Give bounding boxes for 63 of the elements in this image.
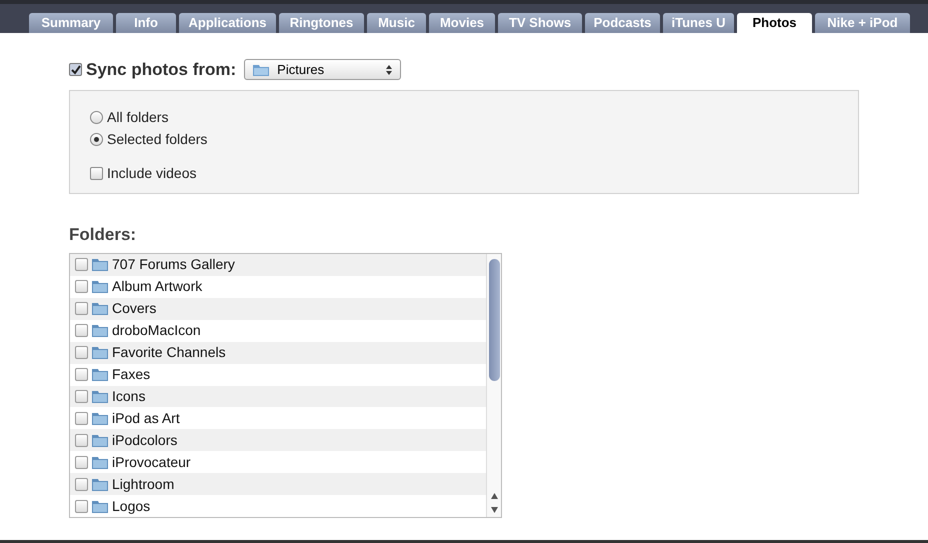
checkbox[interactable] bbox=[75, 390, 88, 403]
tab[interactable]: Photos bbox=[737, 13, 812, 33]
checkbox[interactable] bbox=[75, 500, 88, 513]
folder-icon bbox=[92, 456, 108, 469]
tab[interactable]: Podcasts bbox=[585, 13, 660, 33]
folder-name: iProvocateur bbox=[112, 452, 191, 472]
radio-button[interactable] bbox=[90, 111, 103, 124]
folder-name: Faxes bbox=[112, 365, 150, 384]
folder-icon bbox=[92, 368, 108, 382]
checkbox[interactable] bbox=[75, 456, 88, 469]
tab[interactable]: TV Shows bbox=[498, 13, 582, 33]
folder-icon bbox=[92, 280, 108, 294]
folder-name: Lightroom bbox=[112, 474, 174, 494]
checkbox[interactable] bbox=[75, 280, 88, 294]
folder-icon bbox=[92, 434, 108, 447]
folder-icon bbox=[92, 324, 108, 338]
folder-name: Album Artwork bbox=[112, 277, 202, 296]
folder-name: 707 Forums Gallery bbox=[112, 255, 235, 274]
folder-name: Favorite Channels bbox=[112, 343, 226, 362]
folder-icon bbox=[92, 258, 108, 272]
folder-icon bbox=[92, 302, 108, 316]
folder-name: Icons bbox=[112, 386, 146, 406]
checkbox[interactable] bbox=[75, 478, 88, 491]
option-label: Include videos bbox=[107, 164, 197, 182]
checkbox[interactable] bbox=[75, 302, 88, 316]
tab[interactable]: Applications bbox=[179, 13, 276, 33]
scroll-down-icon[interactable] bbox=[490, 507, 498, 513]
tab[interactable]: Summary bbox=[29, 13, 113, 33]
tab[interactable]: iTunes U bbox=[663, 13, 734, 33]
tab[interactable]: Info bbox=[116, 13, 176, 33]
scroll-thumb[interactable] bbox=[488, 259, 500, 381]
folder-name: iPod as Art bbox=[112, 408, 180, 428]
tab[interactable]: Ringtones bbox=[279, 13, 364, 33]
folder-icon bbox=[92, 346, 108, 360]
option-label: All folders bbox=[107, 108, 168, 127]
folder-icon bbox=[253, 64, 270, 76]
scroll-up-icon[interactable] bbox=[490, 493, 498, 499]
folder-icon bbox=[92, 412, 108, 425]
tab[interactable]: Nike + iPod bbox=[815, 13, 910, 33]
sync-label: Sync photos from: bbox=[86, 59, 236, 81]
folders-heading: Folders: bbox=[69, 224, 138, 246]
folder-name: Covers bbox=[112, 299, 156, 318]
checkbox[interactable] bbox=[75, 346, 88, 360]
folder-icon bbox=[92, 478, 108, 491]
folder-name: Logos bbox=[112, 496, 150, 516]
scrollbar[interactable] bbox=[486, 254, 501, 517]
checkbox[interactable] bbox=[75, 412, 88, 425]
folder-name: droboMacIcon bbox=[112, 321, 201, 340]
source-dropdown[interactable]: Pictures bbox=[244, 59, 402, 80]
stepper-icon bbox=[386, 64, 392, 75]
folder-icon bbox=[92, 500, 108, 513]
tab[interactable]: Movies bbox=[429, 13, 495, 33]
checkbox[interactable] bbox=[69, 63, 82, 76]
checkbox[interactable] bbox=[75, 324, 88, 338]
radio-button[interactable] bbox=[90, 133, 103, 146]
option-label: Selected folders bbox=[107, 130, 208, 149]
checkbox[interactable] bbox=[75, 434, 88, 447]
folder-icon bbox=[92, 390, 108, 403]
tab[interactable]: Music bbox=[367, 13, 426, 33]
checkbox[interactable] bbox=[90, 166, 103, 180]
folder-name: iPodcolors bbox=[112, 430, 178, 450]
checkbox[interactable] bbox=[75, 368, 88, 382]
checkbox[interactable] bbox=[75, 258, 88, 272]
